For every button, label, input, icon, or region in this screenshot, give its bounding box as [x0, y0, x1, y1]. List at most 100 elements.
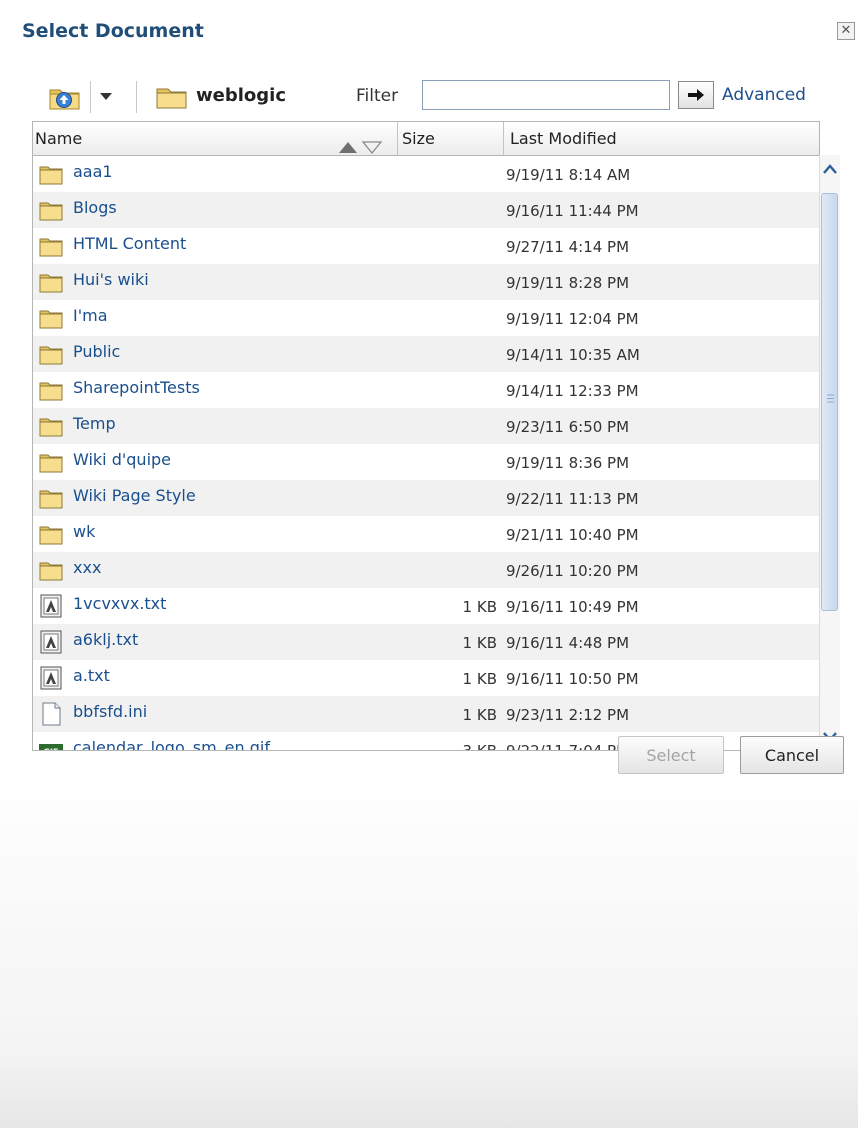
table-row[interactable]: Wiki d'quipe 9/19/11 8:36 PM	[33, 444, 819, 480]
folder-icon	[39, 162, 63, 186]
folder-icon	[39, 342, 63, 366]
table-row[interactable]: bbfsfd.ini 1 KB 9/23/11 2:12 PM	[33, 696, 819, 732]
folder-icon	[39, 234, 63, 258]
row-name-link[interactable]: Public	[73, 342, 120, 361]
filter-go-button[interactable]	[678, 81, 714, 109]
folder-icon	[39, 270, 63, 294]
table-row[interactable]: Public 9/14/11 10:35 AM	[33, 336, 819, 372]
folder-icon	[39, 522, 63, 546]
row-last-modified: 9/23/11 2:12 PM	[506, 706, 630, 724]
row-last-modified: 9/26/11 10:20 PM	[506, 562, 639, 580]
gif-file-icon: GIF	[39, 738, 63, 750]
row-name-link[interactable]: SharepointTests	[73, 378, 200, 397]
filter-input[interactable]	[422, 80, 670, 110]
svg-text:GIF: GIF	[43, 748, 58, 751]
scroll-up-icon[interactable]	[821, 159, 839, 181]
document-table: Name Size Last Modified aaa1 9/19/11 8:14…	[32, 121, 820, 751]
arrow-right-icon	[688, 89, 704, 101]
table-row[interactable]: aaa1 9/19/11 8:14 AM	[33, 156, 819, 192]
folder-icon	[39, 414, 63, 438]
column-header-size[interactable]: Size	[397, 122, 489, 155]
table-row[interactable]: SharepointTests 9/14/11 12:33 PM	[33, 372, 819, 408]
sort-arrows-icon[interactable]	[331, 132, 391, 155]
table-row[interactable]: Wiki Page Style 9/22/11 11:13 PM	[33, 480, 819, 516]
row-name-link[interactable]: Temp	[73, 414, 116, 433]
row-name-link[interactable]: Blogs	[73, 198, 117, 217]
row-last-modified: 9/19/11 8:28 PM	[506, 274, 630, 292]
vertical-scrollbar[interactable]	[819, 155, 840, 751]
table-row[interactable]: a.txt 1 KB 9/16/11 10:50 PM	[33, 660, 819, 696]
toolbar: weblogic Filter Advanced	[0, 78, 858, 116]
row-name-link[interactable]: Wiki d'quipe	[73, 450, 171, 469]
table-header: Name Size Last Modified	[33, 122, 819, 156]
row-name-link[interactable]: I'ma	[73, 306, 108, 325]
row-last-modified: 9/21/11 10:40 PM	[506, 526, 639, 544]
close-icon[interactable]: ✕	[837, 22, 855, 40]
row-last-modified: 9/23/11 6:50 PM	[506, 418, 630, 436]
row-size: 3 KB	[393, 742, 497, 750]
row-last-modified: 9/16/11 4:48 PM	[506, 634, 630, 652]
row-name-link[interactable]: bbfsfd.ini	[73, 702, 147, 721]
row-name-link[interactable]: xxx	[73, 558, 101, 577]
table-row[interactable]: 1vcvxvx.txt 1 KB 9/16/11 10:49 PM	[33, 588, 819, 624]
select-button[interactable]: Select	[618, 736, 724, 774]
folder-icon	[39, 378, 63, 402]
row-last-modified: 9/16/11 10:49 PM	[506, 598, 639, 616]
current-folder-label[interactable]: weblogic	[196, 85, 286, 106]
row-size: 1 KB	[462, 670, 497, 688]
table-row[interactable]: wk 9/21/11 10:40 PM	[33, 516, 819, 552]
text-file-icon	[39, 594, 63, 618]
column-header-name-label: Name	[35, 129, 83, 148]
toolbar-separator	[136, 81, 137, 113]
row-last-modified: 9/27/11 4:14 PM	[506, 238, 630, 256]
row-name-link[interactable]: Hui's wiki	[73, 270, 149, 289]
up-folder-icon[interactable]	[48, 82, 86, 112]
text-file-icon	[39, 630, 63, 654]
toolbar-separator	[90, 81, 91, 113]
select-document-dialog: Select Document ✕ weblogic Filter Advanc…	[0, 0, 858, 1128]
row-name-link[interactable]: wk	[73, 522, 95, 541]
table-row[interactable]: Blogs 9/16/11 11:44 PM	[33, 192, 819, 228]
row-name-link[interactable]: calendar_logo_sm_en.gif	[73, 738, 270, 750]
folder-icon	[39, 306, 63, 330]
table-body: aaa1 9/19/11 8:14 AM Blogs 9/16/11 11:44 PM…	[33, 156, 819, 750]
row-name-link[interactable]: Wiki Page Style	[73, 486, 196, 505]
row-size: 1 KB	[462, 706, 497, 724]
row-last-modified: 9/16/11 10:50 PM	[506, 670, 639, 688]
row-last-modified: 9/16/11 11:44 PM	[506, 202, 639, 220]
folder-icon	[39, 558, 63, 582]
row-size: 1 KB	[462, 634, 497, 652]
row-last-modified: 9/14/11 10:35 AM	[506, 346, 640, 364]
column-header-last-modified[interactable]: Last Modified	[503, 122, 813, 155]
row-last-modified: 9/19/11 8:14 AM	[506, 166, 631, 184]
table-row[interactable]: I'ma 9/19/11 12:04 PM	[33, 300, 819, 336]
table-row[interactable]: Hui's wiki 9/19/11 8:28 PM	[33, 264, 819, 300]
row-name-link[interactable]: 1vcvxvx.txt	[73, 594, 166, 613]
text-file-icon	[39, 666, 63, 690]
folder-icon	[39, 450, 63, 474]
row-last-modified: 9/19/11 8:36 PM	[506, 454, 630, 472]
dialog-title: Select Document	[22, 20, 204, 42]
row-name-link[interactable]: a.txt	[73, 666, 110, 685]
row-name-link[interactable]: aaa1	[73, 162, 113, 181]
table-row[interactable]: HTML Content 9/27/11 4:14 PM	[33, 228, 819, 264]
row-last-modified: 9/19/11 12:04 PM	[506, 310, 639, 328]
folder-icon	[39, 198, 63, 222]
cancel-button[interactable]: Cancel	[740, 736, 844, 774]
filter-label: Filter	[356, 86, 399, 106]
blank-file-icon	[39, 702, 63, 726]
folder-icon	[156, 85, 188, 109]
row-name-link[interactable]: HTML Content	[73, 234, 186, 253]
column-header-name[interactable]: Name	[35, 122, 393, 155]
row-name-link[interactable]: a6klj.txt	[73, 630, 138, 649]
folder-icon	[39, 486, 63, 510]
table-row[interactable]: xxx 9/26/11 10:20 PM	[33, 552, 819, 588]
chevron-down-icon[interactable]	[98, 88, 114, 102]
row-last-modified: 9/22/11 7:04 PM	[506, 742, 629, 750]
row-last-modified: 9/22/11 11:13 PM	[506, 490, 639, 508]
table-row[interactable]: a6klj.txt 1 KB 9/16/11 4:48 PM	[33, 624, 819, 660]
table-row[interactable]: Temp 9/23/11 6:50 PM	[33, 408, 819, 444]
scrollbar-thumb[interactable]	[821, 193, 838, 611]
grip-icon	[827, 394, 834, 403]
advanced-link[interactable]: Advanced	[722, 85, 806, 105]
